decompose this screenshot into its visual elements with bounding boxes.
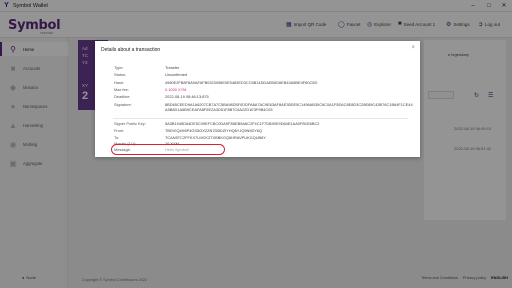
message-highlight-annotation (111, 144, 225, 155)
modal-title: Details about a transaction (101, 47, 161, 53)
detail-divider (113, 118, 408, 119)
transaction-details-modal: Details about a transaction × Type: Tran… (95, 41, 420, 157)
close-icon[interactable]: × (411, 45, 415, 51)
